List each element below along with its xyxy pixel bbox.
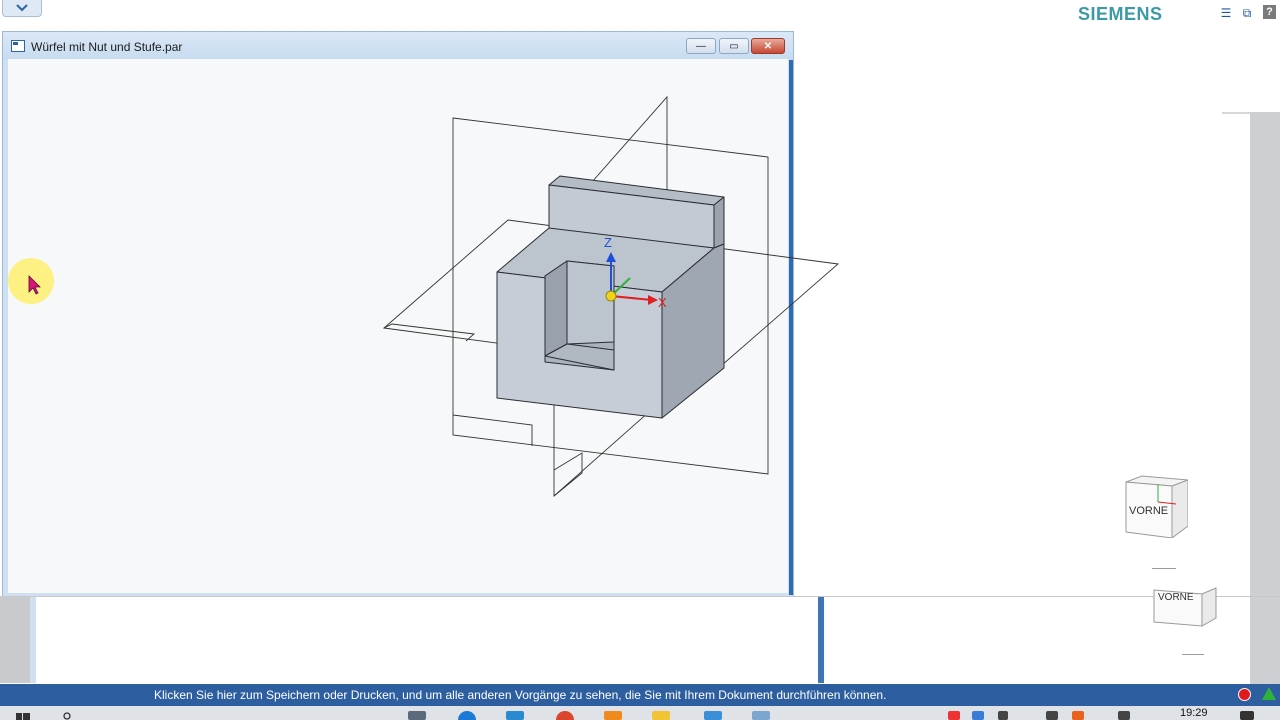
volume-icon[interactable]	[1118, 711, 1130, 720]
divider	[1152, 568, 1176, 569]
taskbar	[0, 706, 1280, 720]
secondary-view-cube[interactable]: VORNE	[1152, 586, 1218, 628]
taskbar-clock[interactable]: 19:29	[1180, 707, 1208, 719]
task-view-icon[interactable]	[408, 711, 426, 720]
x-axis-label: X	[658, 295, 667, 310]
firefox-icon[interactable]	[604, 711, 622, 720]
store-icon[interactable]	[506, 711, 524, 720]
divider	[1182, 654, 1204, 655]
left-gutter	[0, 597, 30, 683]
app-icon[interactable]	[704, 711, 722, 720]
notifications-icon[interactable]	[1240, 711, 1254, 720]
tray-icon[interactable]	[972, 711, 984, 720]
view-cube-face-label: VORNE	[1129, 505, 1169, 517]
mouse-cursor-icon	[28, 275, 41, 295]
solid-edge-icon[interactable]	[752, 711, 770, 720]
windows-start-icon[interactable]	[16, 712, 30, 720]
search-icon[interactable]	[63, 712, 73, 720]
file-explorer-icon[interactable]	[652, 711, 670, 720]
tray-icon[interactable]	[998, 711, 1008, 720]
tray-icon[interactable]	[1072, 711, 1084, 720]
view-cube[interactable]: VORNE	[1124, 474, 1189, 539]
network-icon[interactable]	[1046, 711, 1058, 720]
secondary-window[interactable]	[36, 597, 818, 683]
view-cube-face-label: VORNE	[1158, 592, 1194, 603]
record-icon[interactable]	[1238, 688, 1251, 701]
status-message[interactable]: Klicken Sie hier zum Speichern oder Druc…	[154, 688, 886, 702]
z-axis-label: Z	[604, 235, 612, 250]
tray-icon[interactable]	[948, 711, 960, 720]
window-edge	[818, 597, 824, 683]
up-arrow-icon[interactable]	[1262, 687, 1276, 700]
